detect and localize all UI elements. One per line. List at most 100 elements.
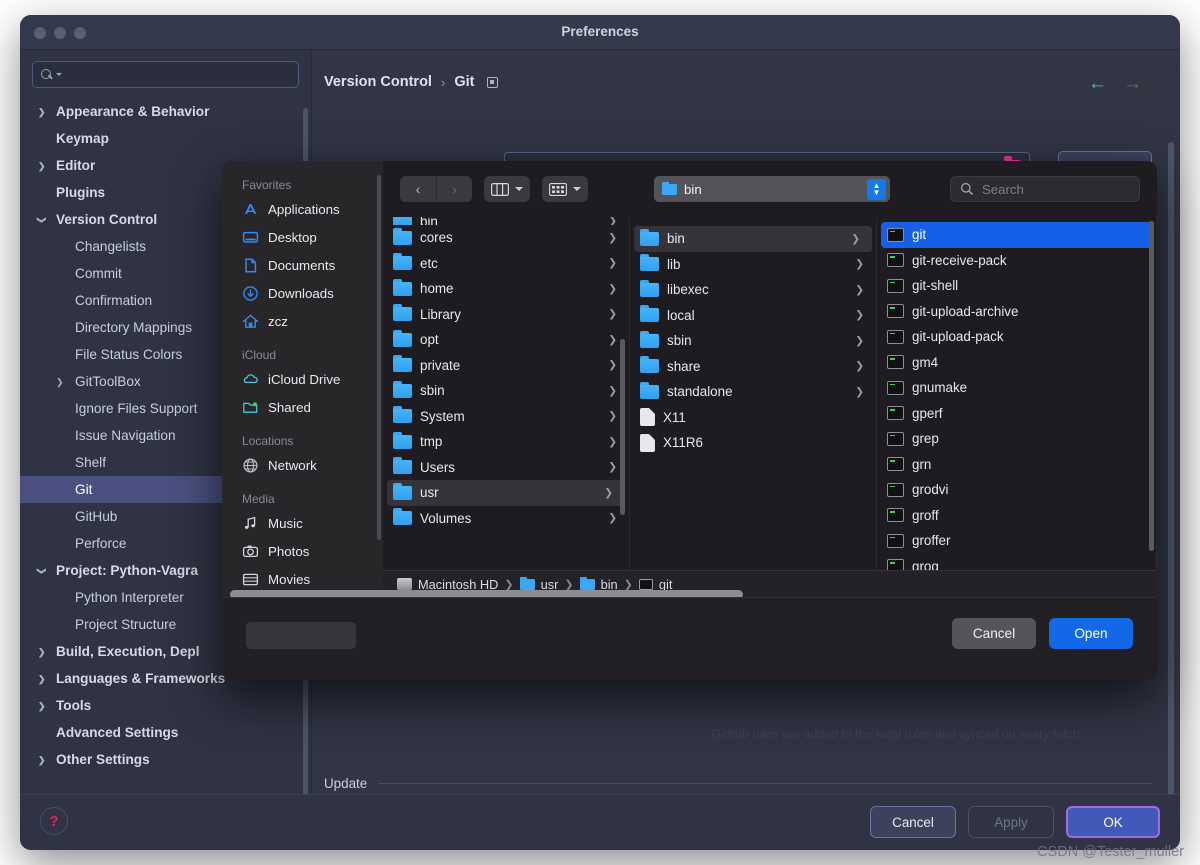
file-row[interactable]: Library ❯ <box>383 302 629 328</box>
help-icon[interactable]: ? <box>40 807 68 835</box>
chevron-right-icon[interactable] <box>38 648 46 656</box>
file-row[interactable]: share ❯ <box>630 354 876 380</box>
file-row[interactable]: tmp ❯ <box>383 429 629 455</box>
file-row[interactable]: sbin ❯ <box>630 328 876 354</box>
back-arrow-icon[interactable]: ← <box>1088 74 1107 93</box>
column-3-scrollbar[interactable] <box>1149 221 1154 551</box>
ok-button[interactable]: OK <box>1066 806 1160 838</box>
content-scrollbar[interactable] <box>1168 142 1174 794</box>
file-row[interactable]: gperf <box>877 401 1156 427</box>
file-row[interactable]: etc ❯ <box>383 251 629 277</box>
tree-item-tools[interactable]: Tools <box>20 692 311 719</box>
chevron-right-icon[interactable] <box>38 702 46 710</box>
file-row[interactable]: git-receive-pack <box>877 248 1156 274</box>
file-column-1[interactable]: bin ❯ cores ❯ etc ❯ home ❯ Library ❯ opt ❯ private ❯ s… <box>383 217 630 597</box>
file-dialog-sidebar[interactable]: Favorites Applications Desktop Documents Dow… <box>222 161 383 646</box>
sidebar-item-shared[interactable]: Shared <box>222 393 383 421</box>
screenshot-root: Preferences Appearance & Behavior Keymap E… <box>0 0 1200 865</box>
file-cancel-button[interactable]: Cancel <box>952 618 1036 649</box>
nav-forward-button[interactable]: › <box>436 176 472 202</box>
file-row[interactable]: opt ❯ <box>383 327 629 353</box>
path-popup-button[interactable]: bin ▲ ▼ <box>654 176 890 202</box>
file-row[interactable]: grodvi <box>877 477 1156 503</box>
file-row-label: opt <box>420 332 439 348</box>
tree-item-appearance-behavior[interactable]: Appearance & Behavior <box>20 98 311 125</box>
file-row[interactable]: groffer <box>877 528 1156 554</box>
file-row[interactable]: gm4 <box>877 350 1156 376</box>
folder-icon <box>393 406 412 424</box>
file-row[interactable]: lib ❯ <box>630 252 876 278</box>
file-row[interactable]: groff <box>877 503 1156 529</box>
chevron-right-icon[interactable] <box>38 756 46 764</box>
sidebar-item-music[interactable]: Music <box>222 509 383 537</box>
breadcrumb-parent[interactable]: Version Control <box>324 74 432 90</box>
file-row[interactable]: usr ❯ <box>387 480 625 506</box>
sidebar-item-documents[interactable]: Documents <box>222 251 383 279</box>
group-mode-button[interactable] <box>542 176 588 202</box>
file-row[interactable]: X11R6 <box>630 430 876 456</box>
cancel-button[interactable]: Cancel <box>870 806 956 838</box>
chevron-down-icon[interactable] <box>38 216 46 224</box>
sidebar-item-desktop[interactable]: Desktop <box>222 223 383 251</box>
chevron-right-icon[interactable] <box>56 378 64 386</box>
chevron-down-icon[interactable] <box>38 567 46 575</box>
file-row[interactable]: git-upload-archive <box>877 299 1156 325</box>
file-row[interactable]: git <box>881 222 1152 248</box>
chevron-right-icon: ❯ <box>608 410 617 423</box>
nav-segmented-control[interactable]: ‹ › <box>400 176 472 202</box>
view-mode-button[interactable] <box>484 176 530 202</box>
file-search-input[interactable]: Search <box>950 176 1140 202</box>
sidebar-item-photos[interactable]: Photos <box>222 537 383 565</box>
nav-back-button[interactable]: ‹ <box>400 176 436 202</box>
column-view-icon <box>491 182 509 196</box>
settings-search-input[interactable] <box>32 61 299 88</box>
file-row[interactable]: cores ❯ <box>383 225 629 251</box>
file-row[interactable]: sbin ❯ <box>383 378 629 404</box>
file-row-label: usr <box>420 485 439 501</box>
chevron-right-icon: ❯ <box>608 512 617 525</box>
column-1-scrollbar[interactable] <box>620 339 625 515</box>
sidebar-item-zcz[interactable]: zcz <box>222 307 383 335</box>
file-row[interactable]: bin ❯ <box>383 217 629 225</box>
file-row[interactable]: X11 <box>630 405 876 431</box>
file-row[interactable]: grep <box>877 426 1156 452</box>
file-row[interactable]: System ❯ <box>383 404 629 430</box>
file-row[interactable]: Users ❯ <box>383 455 629 481</box>
sidebar-item-network[interactable]: Network <box>222 451 383 479</box>
file-row[interactable]: home ❯ <box>383 276 629 302</box>
file-row[interactable]: git-shell <box>877 273 1156 299</box>
file-row[interactable]: bin ❯ <box>634 226 872 252</box>
chevron-right-icon[interactable] <box>38 162 46 170</box>
forward-arrow-icon[interactable]: → <box>1123 74 1142 93</box>
file-row[interactable]: Volumes ❯ <box>383 506 629 532</box>
chevron-right-icon: ❯ <box>608 435 617 448</box>
sidebar-item-downloads[interactable]: Downloads <box>222 279 383 307</box>
chevron-right-icon[interactable] <box>38 108 46 116</box>
file-row[interactable]: libexec ❯ <box>630 277 876 303</box>
file-row-label: grep <box>912 431 939 447</box>
tree-item-advanced-settings[interactable]: Advanced Settings <box>20 719 311 746</box>
file-row[interactable]: standalone ❯ <box>630 379 876 405</box>
stepper-icon[interactable]: ▲ ▼ <box>867 178 886 200</box>
chevron-right-icon[interactable] <box>38 675 46 683</box>
file-column-2[interactable]: bin ❯ lib ❯ libexec ❯ local ❯ sbin ❯ share ❯ standal… <box>630 217 877 597</box>
file-row[interactable]: local ❯ <box>630 303 876 329</box>
options-button[interactable] <box>246 622 356 649</box>
file-row[interactable]: private ❯ <box>383 353 629 379</box>
file-column-3[interactable]: git git-receive-pack git-shell git-upload-a… <box>877 217 1157 597</box>
sidebar-item-icloud-drive[interactable]: iCloud Drive <box>222 365 383 393</box>
sidebar-scrollbar[interactable] <box>377 175 381 540</box>
file-row[interactable]: gnumake <box>877 375 1156 401</box>
file-open-button[interactable]: Open <box>1049 618 1133 649</box>
executable-icon <box>887 329 904 344</box>
apply-button[interactable]: Apply <box>968 806 1054 838</box>
file-row[interactable]: git-upload-pack <box>877 324 1156 350</box>
file-row[interactable]: grn <box>877 452 1156 478</box>
sidebar-item-movies[interactable]: Movies <box>222 565 383 593</box>
history-nav[interactable]: ← → <box>1088 74 1142 93</box>
settings-scope-icon[interactable] <box>487 76 499 88</box>
tree-item-keymap[interactable]: Keymap <box>20 125 311 152</box>
sidebar-item-applications[interactable]: Applications <box>222 195 383 223</box>
tree-item-other-settings[interactable]: Other Settings <box>20 746 311 773</box>
folder-icon <box>640 305 659 323</box>
